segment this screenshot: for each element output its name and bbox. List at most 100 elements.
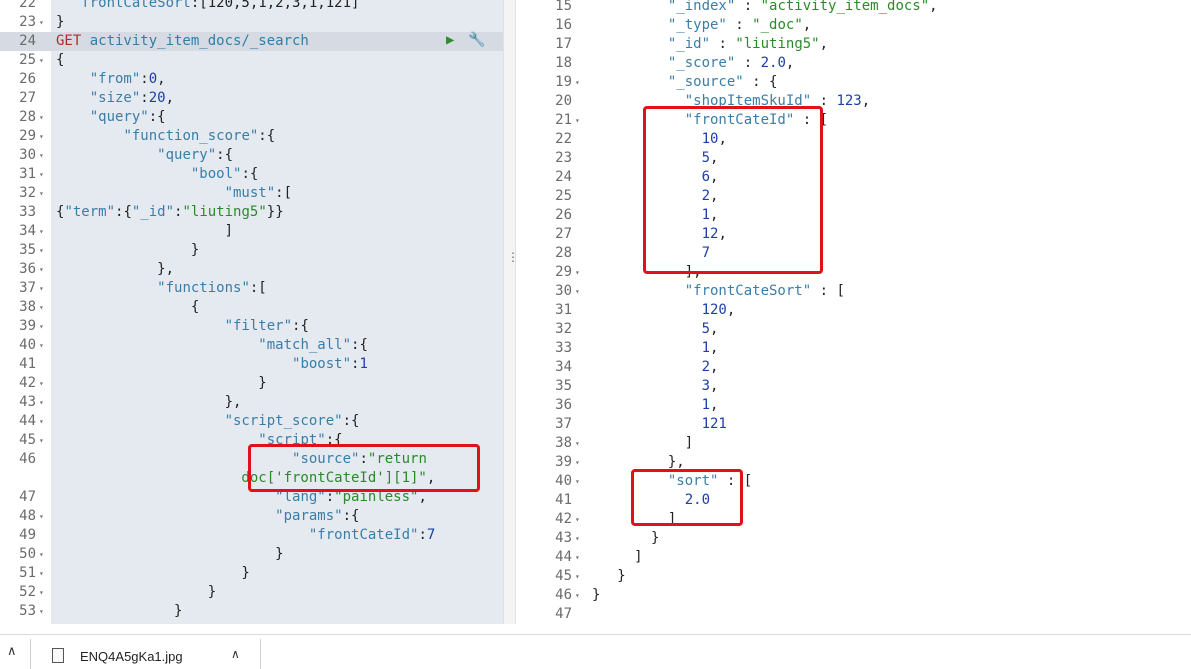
line-number: 36 [555,397,572,413]
code-line[interactable]: 5, [592,320,719,339]
code-line[interactable]: 3, [592,377,719,396]
code-line[interactable]: 1, [592,396,719,415]
code-line[interactable]: {"term":{"_id":"liuting5"}} [56,203,284,222]
code-line[interactable]: "_type" : "_doc", [592,16,811,35]
fold-toggle-icon[interactable]: ▾ [575,586,580,605]
fold-toggle-icon[interactable]: ▾ [39,431,44,450]
code-token: 1 [701,397,711,413]
fold-toggle-icon[interactable]: ▾ [39,317,44,336]
wrench-icon[interactable]: 🔧 [468,32,485,48]
code-line[interactable]: } [56,13,64,32]
fold-toggle-icon[interactable]: ▾ [39,583,44,602]
fold-toggle-icon[interactable]: ▾ [39,545,44,564]
fold-toggle-icon[interactable]: ▾ [39,108,44,127]
line-number: 29 [555,264,572,280]
fold-toggle-icon[interactable]: ▾ [39,51,44,70]
code-line[interactable]: "_index" : "activity_item_docs", [592,0,938,16]
fold-toggle-icon[interactable]: ▾ [575,263,580,282]
code-line[interactable]: }, [56,393,242,412]
code-token: : [710,36,736,52]
fold-toggle-icon[interactable]: ▾ [575,453,580,472]
code-line[interactable]: "from":0, [56,70,166,89]
fold-toggle-icon[interactable]: ▾ [39,279,44,298]
fold-toggle-icon[interactable]: ▾ [575,434,580,453]
pane-splitter[interactable]: ⋮ [503,0,519,624]
fold-toggle-icon[interactable]: ▾ [575,548,580,567]
fold-toggle-icon[interactable]: ▾ [39,393,44,412]
code-line[interactable]: } [592,529,659,548]
code-line[interactable]: "frontCateSort" : [ [592,282,845,301]
fold-toggle-icon[interactable]: ▾ [575,282,580,301]
fold-toggle-icon[interactable]: ▾ [39,222,44,241]
play-icon[interactable]: ▶ [446,32,454,48]
fold-toggle-icon[interactable]: ▾ [39,127,44,146]
code-line[interactable]: 120, [592,301,736,320]
code-line[interactable]: } [592,567,625,586]
fold-toggle-icon[interactable]: ▾ [39,241,44,260]
code-line[interactable]: 121 [592,415,727,434]
fold-toggle-icon[interactable]: ▾ [39,165,44,184]
code-line[interactable]: "bool":{ [56,165,258,184]
code-line[interactable]: "functions":[ [56,279,267,298]
code-line[interactable]: } [56,583,216,602]
code-line[interactable]: { [56,51,64,70]
fold-toggle-icon[interactable]: ▾ [39,260,44,279]
code-line[interactable]: { [56,298,199,317]
fold-toggle-icon[interactable]: ▾ [39,507,44,526]
code-line[interactable]: "query":{ [56,146,233,165]
code-line[interactable]: "script_score":{ [56,412,360,431]
code-line[interactable]: 1, [592,339,719,358]
code-line[interactable]: 2, [592,358,719,377]
fold-toggle-icon[interactable]: ▾ [575,510,580,529]
fold-toggle-icon[interactable]: ▾ [39,564,44,583]
code-line[interactable]: "size":20, [56,89,174,108]
fold-toggle-icon[interactable]: ▾ [39,13,44,32]
fold-toggle-icon[interactable]: ▾ [575,472,580,491]
code-line[interactable]: "match_all":{ [56,336,368,355]
chevron-up-icon[interactable]: ∧ [7,643,17,659]
fold-toggle-icon[interactable]: ▾ [39,336,44,355]
code-line[interactable]: "function_score":{ [56,127,275,146]
chevron-up-icon[interactable]: ∧ [231,647,240,661]
highlight-sort-box [631,469,743,526]
fold-toggle-icon[interactable]: ▾ [39,374,44,393]
code-line[interactable]: } [56,374,266,393]
code-line[interactable]: } [56,241,199,260]
fold-toggle-icon[interactable]: ▾ [39,602,44,621]
fold-toggle-icon[interactable]: ▾ [39,298,44,317]
fold-toggle-icon[interactable]: ▾ [575,111,580,130]
fold-toggle-icon[interactable]: ▾ [39,412,44,431]
code-line[interactable]: "frontCateId":7 [56,526,435,545]
code-line[interactable]: "filter":{ [56,317,309,336]
code-line[interactable]: GET activity_item_docs/_search [56,32,309,51]
code-line[interactable]: } [56,564,249,583]
code-line[interactable]: "boost":1 [56,355,368,374]
fold-toggle-icon[interactable]: ▾ [575,567,580,586]
code-line[interactable]: }, [56,260,174,279]
response-viewer[interactable]: 15 "_index" : "activity_item_docs", 16 "_… [516,0,1191,624]
code-line[interactable]: } [56,545,283,564]
editor-bottom-strip [0,624,1191,634]
code-line[interactable]: "must":[ [56,184,292,203]
fold-toggle-icon[interactable]: ▾ [39,184,44,203]
code-token: "match_all" [258,337,352,353]
fold-toggle-icon[interactable]: ▾ [575,529,580,548]
request-editor[interactable]: 22 frontCateSort:[120,5,1,2,3,1,121] 23 ▾}… [0,0,503,624]
code-line[interactable]: "query":{ [56,108,166,127]
fold-toggle-icon[interactable]: ▾ [39,146,44,165]
code-line[interactable]: } [56,602,182,621]
code-line[interactable]: frontCateSort:[120,5,1,2,3,1,121] [56,0,359,13]
code-line[interactable]: ] [56,222,233,241]
code-line[interactable]: "params":{ [56,507,359,526]
download-file-name[interactable]: ENQ4A5gKa1.jpg [80,649,183,664]
code-line[interactable]: } [592,586,600,605]
code-line[interactable]: "_score" : 2.0, [592,54,794,73]
code-line[interactable]: "_id" : "liuting5", [592,35,828,54]
code-line[interactable]: ] [592,548,642,567]
fold-toggle-icon[interactable]: ▾ [575,73,580,92]
code-line[interactable]: ] [592,434,693,453]
code-line[interactable]: "_source" : { [592,73,778,92]
code-token: "frontCateSort" [684,283,812,299]
